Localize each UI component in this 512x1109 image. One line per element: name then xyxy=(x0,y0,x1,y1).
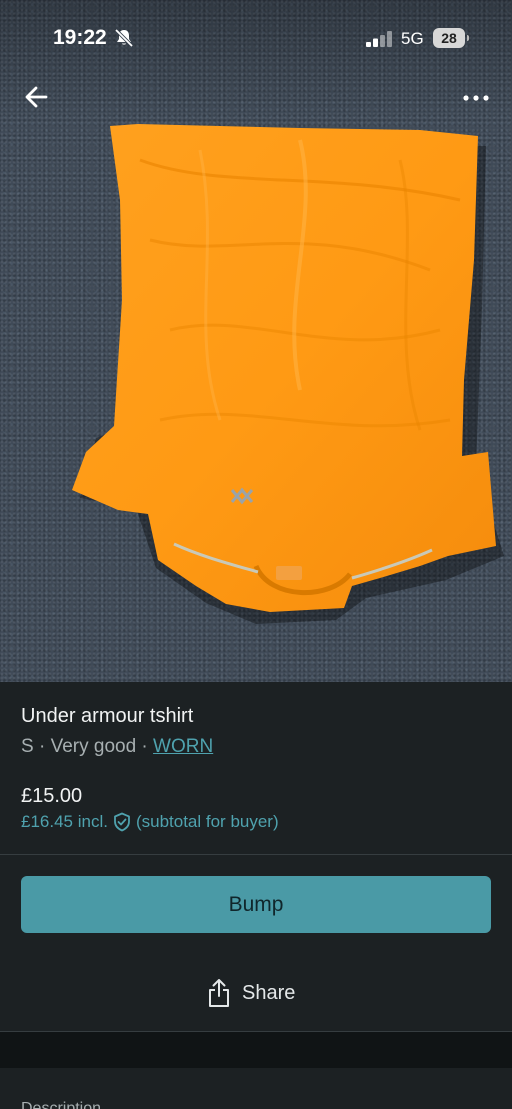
item-photo[interactable] xyxy=(0,0,512,682)
more-dots-icon[interactable] xyxy=(456,84,496,112)
signal-icon xyxy=(366,31,392,47)
item-price: £15.00 xyxy=(21,785,83,807)
item-condition: Very good xyxy=(50,736,137,757)
share-icon xyxy=(209,979,229,1007)
meta-separator: · xyxy=(33,736,51,757)
brand-link[interactable]: WORN xyxy=(153,736,213,757)
item-info: Under armour tshirt S · Very good · WORN… xyxy=(0,682,512,854)
meta-separator: · xyxy=(136,736,154,757)
share-label: Share xyxy=(242,981,296,1004)
actions-section: Bump Share xyxy=(0,855,512,1031)
item-title: Under armour tshirt xyxy=(21,705,194,727)
section-gap xyxy=(0,1032,512,1068)
buyer-price-row[interactable]: £16.45 incl. (subtotal for buyer) xyxy=(21,812,279,832)
description-section: Description xyxy=(0,1068,512,1109)
arrow-left-icon[interactable] xyxy=(20,80,54,114)
battery-icon: 28 xyxy=(433,28,469,48)
share-button[interactable]: Share xyxy=(206,976,295,1010)
bump-button[interactable]: Bump xyxy=(21,876,491,933)
shield-check-icon xyxy=(114,812,130,832)
bell-slash-icon xyxy=(114,28,134,48)
status-time: 19:22 xyxy=(53,26,107,49)
status-bar: 19:22 5G 28 xyxy=(0,0,512,76)
buyer-price: £16.45 incl. xyxy=(21,812,108,831)
network-label: 5G xyxy=(401,29,424,48)
description-label: Description xyxy=(21,1100,102,1109)
item-size: S xyxy=(21,736,34,757)
shirt-image xyxy=(72,124,504,624)
item-meta: S · Very good · WORN xyxy=(21,736,213,758)
buyer-note: (subtotal for buyer) xyxy=(135,812,279,831)
